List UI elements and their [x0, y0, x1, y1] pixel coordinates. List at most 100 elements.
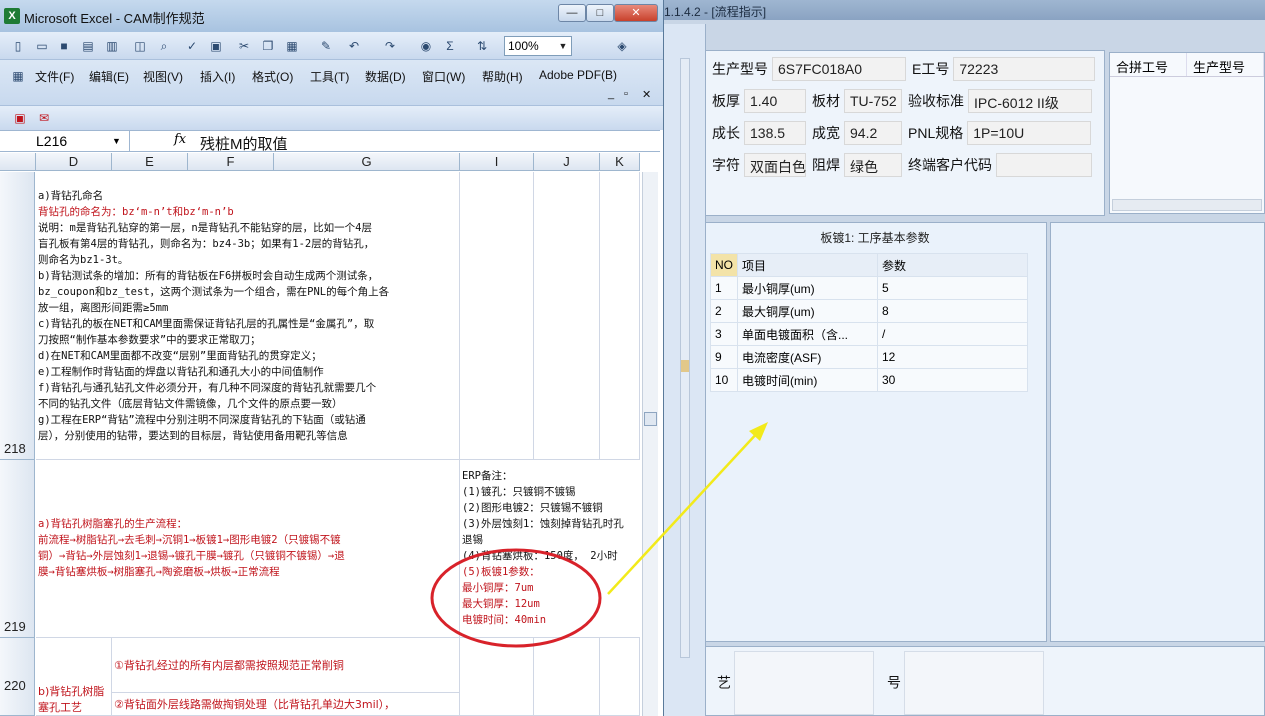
cut-icon[interactable]: ✂ [236, 38, 252, 54]
cell-d220[interactable]: b)背钻孔树脂塞孔工艺 [36, 638, 112, 716]
col-header-j[interactable]: J [534, 153, 600, 171]
col-header-g[interactable]: G [274, 153, 460, 171]
wid-field[interactable]: 94.2 [844, 121, 902, 145]
thick-field[interactable]: 1.40 [744, 89, 806, 113]
model-field[interactable]: 6S7FC018A0 [772, 57, 906, 81]
cell-text-line: 层），分别使用的钻带，要达到的目标层，背钻使用备用靶孔等信息 [38, 430, 348, 442]
col-header-d[interactable]: D [36, 153, 112, 171]
scroll-thumb[interactable] [644, 412, 657, 426]
params-header-item[interactable]: 项目 [737, 253, 878, 277]
menu-help[interactable]: 帮助(H) [482, 68, 523, 85]
autosum-icon[interactable]: Σ [442, 38, 458, 54]
menu-view[interactable]: 视图(V) [143, 68, 183, 85]
copy-icon[interactable]: ❐ [260, 38, 276, 54]
maximize-button[interactable]: □ [586, 4, 614, 22]
params-header-no[interactable]: NO [710, 253, 738, 277]
pnl-field[interactable]: 1P=10U [967, 121, 1092, 145]
menu-format[interactable]: 格式(O) [252, 68, 293, 85]
cell-k218[interactable] [600, 172, 640, 460]
menu-insert[interactable]: 插入(I) [200, 68, 235, 85]
cell-j218[interactable] [534, 172, 600, 460]
cell-d219[interactable]: a)背钻孔树脂塞孔的生产流程： 前流程→树脂钻孔→去毛刺→沉铜1→板镀1→图形电镀… [36, 460, 460, 638]
cell-e221[interactable]: ②背钻面外层线路需做掏铜处理（比背钻孔单边大3mil）， [112, 693, 460, 716]
cell-i219[interactable]: ERP备注： (1)镀孔：只镀铜不镀锡 (2)图形电镀2：只镀锡不镀铜 (3)外层蚀刻… [460, 460, 640, 638]
magnify-icon[interactable]: ⌕ [156, 38, 172, 54]
param-item: 电镀时间(min) [737, 368, 878, 392]
col-header-f[interactable]: F [188, 153, 274, 171]
cell-j220[interactable] [534, 638, 600, 716]
len-field[interactable]: 138.5 [744, 121, 806, 145]
col-header-e[interactable]: E [112, 153, 188, 171]
open-icon[interactable]: ▭ [34, 38, 50, 54]
doc-restore-button[interactable]: ▫ [624, 88, 628, 100]
save-icon[interactable]: ■ [56, 38, 72, 54]
formula-input[interactable]: 残桩M的取值 [200, 133, 288, 154]
name-box[interactable]: L216 [0, 131, 130, 151]
excel-titlebar[interactable]: X Microsoft Excel - CAM制作规范 — □ ✕ [0, 0, 663, 32]
menu-file[interactable]: 文件(F) [35, 68, 74, 85]
undo-icon[interactable]: ↶ [346, 38, 362, 54]
select-all-corner[interactable] [0, 153, 36, 171]
mask-field[interactable]: 绿色 [844, 153, 902, 177]
hyperlink-icon[interactable]: ◉ [418, 38, 434, 54]
row-header-218[interactable]: 218 [0, 172, 35, 460]
fx-icon[interactable]: fx [174, 132, 186, 147]
menu-adobe-pdf[interactable]: Adobe PDF(B) [539, 68, 617, 82]
model-box[interactable] [904, 651, 1044, 715]
row-header-220[interactable]: 220 [0, 638, 35, 716]
list-header-merge-no[interactable]: 合拼工号 [1110, 53, 1187, 76]
table-row[interactable]: 2 最大铜厚(um) 8 [710, 299, 1028, 323]
chevron-down-icon[interactable]: ▼ [112, 131, 121, 151]
print-icon[interactable]: ▥ [104, 38, 120, 54]
app-scrollbar[interactable] [680, 58, 690, 658]
excel-doc-icon[interactable]: ▦ [10, 68, 26, 84]
doc-minimize-button[interactable]: _ [608, 88, 614, 100]
mat-field[interactable]: TU-752 [844, 89, 902, 113]
cell-i218[interactable] [460, 172, 534, 460]
menu-window[interactable]: 窗口(W) [422, 68, 465, 85]
table-row[interactable]: 9 电流密度(ASF) 12 [710, 345, 1028, 369]
print-preview-icon[interactable]: ◫ [132, 38, 148, 54]
close-button[interactable]: ✕ [614, 4, 658, 22]
cell-i219-text: ERP备注： (1)镀孔：只镀铜不镀锡 (2)图形电镀2：只镀锡不镀铜 (3)外层蚀刻… [462, 468, 624, 628]
app-titlebar[interactable]: 1.1.4.2 - [流程指示] [640, 0, 1265, 20]
table-row[interactable]: 3 单面电镀面积（含... / [710, 322, 1028, 346]
cell-text-line: 电镀时间：40min [462, 614, 547, 626]
row-header-219[interactable]: 219 [0, 460, 35, 638]
col-header-i[interactable]: I [460, 153, 534, 171]
research-icon[interactable]: ▣ [208, 38, 224, 54]
chevron-down-icon[interactable]: ▼ [556, 37, 570, 55]
list-header-model[interactable]: 生产型号 [1187, 53, 1264, 76]
format-painter-icon[interactable]: ✎ [318, 38, 334, 54]
new-icon[interactable]: ▯ [10, 38, 26, 54]
fill-color-icon[interactable]: ◈ [614, 38, 630, 54]
params-header-val[interactable]: 参数 [877, 253, 1028, 277]
table-row[interactable]: 1 最小铜厚(um) 5 [710, 276, 1028, 300]
permission-icon[interactable]: ▤ [80, 38, 96, 54]
menu-tools[interactable]: 工具(T) [310, 68, 349, 85]
menu-data[interactable]: 数据(D) [365, 68, 406, 85]
craft-box[interactable] [734, 651, 874, 715]
cell-k220[interactable] [600, 638, 640, 716]
char-field[interactable]: 双面白色 [744, 153, 806, 177]
minimize-button[interactable]: — [558, 4, 586, 22]
paste-icon[interactable]: ▦ [284, 38, 300, 54]
redo-icon[interactable]: ↷ [382, 38, 398, 54]
eno-field[interactable]: 72223 [953, 57, 1096, 81]
cell-d218[interactable]: a)背钻孔命名 背钻孔的命名为：bz‘m-n’t和bz‘m-n’b 说明：m是背钻孔… [36, 172, 460, 460]
doc-close-button[interactable]: ✕ [642, 88, 651, 101]
col-header-k[interactable]: K [600, 153, 640, 171]
menu-edit[interactable]: 编辑(E) [89, 68, 129, 85]
app-scroll-thumb[interactable] [681, 360, 689, 372]
cell-i220[interactable] [460, 638, 534, 716]
cell-e220[interactable]: ①背钻孔经过的所有内层都需按照规范正常削铜 [112, 638, 460, 693]
list-hscrollbar[interactable] [1112, 199, 1262, 211]
pdf-mail-icon[interactable]: ✉ [36, 110, 52, 126]
cust-field[interactable] [996, 153, 1092, 177]
std-field[interactable]: IPC-6012 II级 [968, 89, 1092, 113]
pdf-convert-icon[interactable]: ▣ [12, 110, 28, 126]
sort-icon[interactable]: ⇅ [474, 38, 490, 54]
spelling-icon[interactable]: ✓ [184, 38, 200, 54]
vertical-scrollbar[interactable] [642, 172, 658, 716]
table-row[interactable]: 10 电镀时间(min) 30 [710, 368, 1028, 392]
